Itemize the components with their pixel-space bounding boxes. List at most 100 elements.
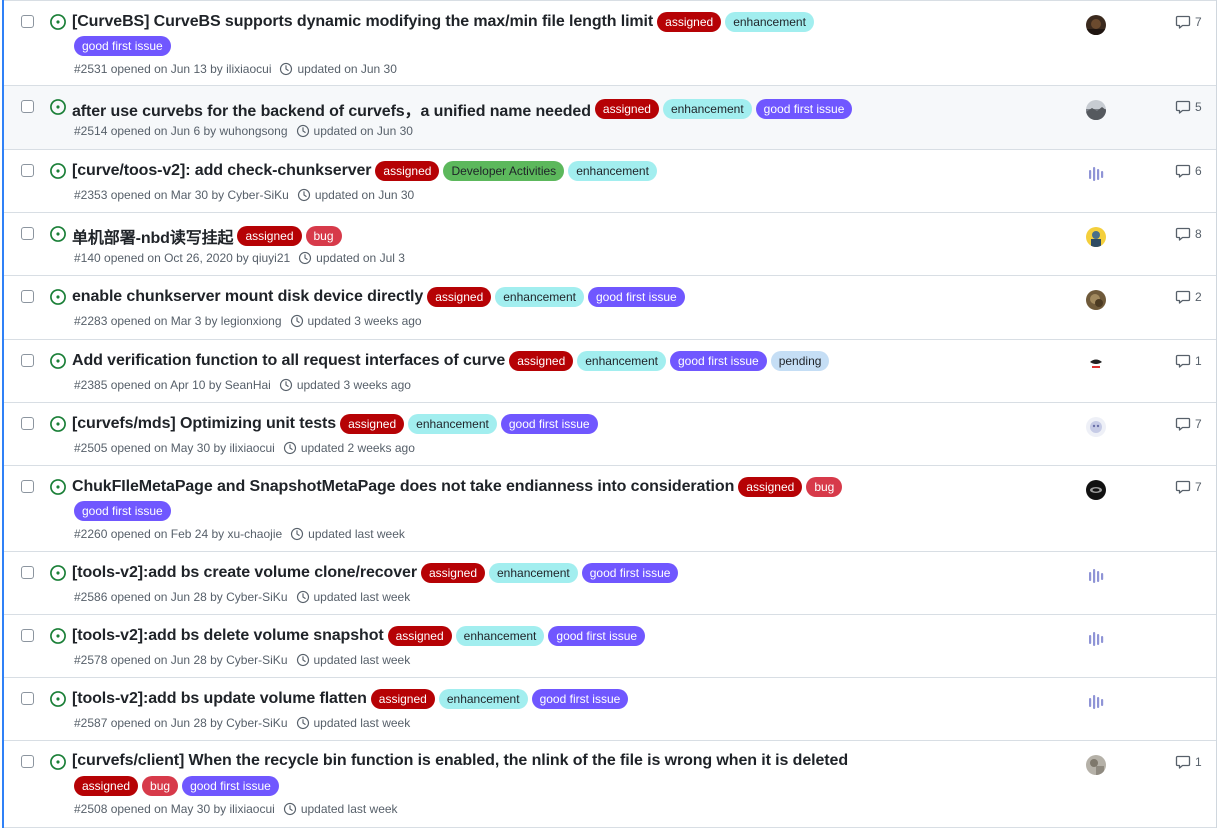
issue-row[interactable]: Add verification function to all request… bbox=[4, 340, 1216, 403]
comment-count-link[interactable]: 7 bbox=[1175, 479, 1202, 495]
issue-row[interactable]: [tools-v2]:add bs update volume flatten a… bbox=[4, 678, 1216, 741]
label-good-first-issue[interactable]: good first issue bbox=[182, 776, 279, 796]
label-developer-activities[interactable]: Developer Activities bbox=[443, 161, 565, 181]
issue-title-link[interactable]: [curvefs/client] When the recycle bin fu… bbox=[72, 752, 848, 770]
assignee-avatar[interactable] bbox=[1086, 480, 1106, 500]
label-good-first-issue[interactable]: good first issue bbox=[587, 287, 685, 307]
label-bug[interactable]: bug bbox=[305, 226, 342, 246]
select-checkbox[interactable] bbox=[21, 354, 34, 367]
issue-opened-by: #2385 opened on Apr 10 by SeanHai bbox=[74, 378, 271, 392]
label-good-first-issue[interactable]: good first issue bbox=[669, 351, 767, 371]
issue-title-link[interactable]: [curvefs/mds] Optimizing unit tests bbox=[72, 415, 336, 433]
comment-count-link[interactable]: 7 bbox=[1175, 416, 1202, 432]
issue-title-link[interactable]: [CurveBS] CurveBS supports dynamic modif… bbox=[72, 13, 653, 31]
assignee-avatar[interactable] bbox=[1086, 227, 1106, 247]
label-assigned[interactable]: assigned bbox=[657, 12, 722, 32]
label-enhancement[interactable]: enhancement bbox=[725, 12, 814, 32]
comment-count-link[interactable]: 1 bbox=[1175, 754, 1202, 770]
issue-title-link[interactable]: [curve/toos-v2]: add check-chunkserver bbox=[72, 162, 372, 180]
issue-row[interactable]: ChukFIleMetaPage and SnapshotMetaPage do… bbox=[4, 466, 1216, 552]
issue-row[interactable]: [curvefs/mds] Optimizing unit tests assig… bbox=[4, 403, 1216, 466]
issue-row[interactable]: [CurveBS] CurveBS supports dynamic modif… bbox=[4, 0, 1216, 86]
select-checkbox[interactable] bbox=[21, 480, 34, 493]
label-enhancement[interactable]: enhancement bbox=[662, 99, 752, 119]
assignee-avatar[interactable] bbox=[1086, 692, 1106, 712]
issue-row[interactable]: [curvefs/client] When the recycle bin fu… bbox=[4, 741, 1216, 828]
select-checkbox[interactable] bbox=[21, 755, 34, 768]
label-assigned[interactable]: assigned bbox=[237, 226, 302, 246]
issue-updated: updated last week bbox=[308, 527, 405, 541]
label-enhancement[interactable]: enhancement bbox=[438, 689, 528, 709]
issue-title-link[interactable]: 单机部署-nbd读写挂起 bbox=[72, 224, 234, 248]
select-checkbox[interactable] bbox=[21, 100, 34, 113]
label-pending[interactable]: pending bbox=[770, 351, 830, 371]
issue-title-link[interactable]: after use curvebs for the backend of cur… bbox=[72, 97, 591, 121]
select-checkbox[interactable] bbox=[21, 15, 34, 28]
select-checkbox[interactable] bbox=[21, 566, 34, 579]
issue-updated: updated on Jun 30 bbox=[314, 188, 415, 202]
issue-row[interactable]: 单机部署-nbd读写挂起 assigned bug #140 opened on Oc… bbox=[4, 213, 1216, 276]
assignee-avatar[interactable] bbox=[1086, 354, 1106, 374]
issue-title-link[interactable]: ChukFIleMetaPage and SnapshotMetaPage do… bbox=[72, 478, 734, 496]
label-enhancement[interactable]: enhancement bbox=[408, 414, 497, 434]
comment-count-link[interactable]: 2 bbox=[1175, 289, 1202, 305]
issue-title-link[interactable]: [tools-v2]:add bs create volume clone/re… bbox=[72, 564, 417, 582]
assignee-avatar[interactable] bbox=[1086, 566, 1106, 586]
select-checkbox[interactable] bbox=[21, 227, 34, 240]
label-good-first-issue[interactable]: good first issue bbox=[548, 626, 646, 646]
label-enhancement[interactable]: enhancement bbox=[455, 626, 545, 646]
assignee-avatar[interactable] bbox=[1086, 417, 1106, 437]
label-assigned[interactable]: assigned bbox=[387, 626, 452, 646]
label-assigned[interactable]: assigned bbox=[427, 287, 492, 307]
select-checkbox[interactable] bbox=[21, 164, 34, 177]
label-good-first-issue[interactable]: good first issue bbox=[74, 36, 171, 56]
label-good-first-issue[interactable]: good first issue bbox=[531, 689, 629, 709]
comment-count-link[interactable]: 6 bbox=[1175, 163, 1202, 179]
issue-labels: assigned enhancement good first issue bbox=[387, 626, 650, 646]
label-good-first-issue[interactable]: good first issue bbox=[74, 501, 171, 521]
label-assigned[interactable]: assigned bbox=[738, 477, 803, 497]
issue-row[interactable]: [curve/toos-v2]: add check-chunkserver as… bbox=[4, 150, 1216, 213]
issue-title-link[interactable]: enable chunkserver mount disk device dir… bbox=[72, 288, 423, 306]
comment-icon bbox=[1175, 353, 1195, 369]
label-assigned[interactable]: assigned bbox=[74, 776, 139, 796]
assignee-avatar[interactable] bbox=[1086, 755, 1106, 775]
select-checkbox[interactable] bbox=[21, 290, 34, 303]
label-assigned[interactable]: assigned bbox=[340, 414, 405, 434]
comment-count-link[interactable]: 1 bbox=[1175, 353, 1202, 369]
assignee-avatar[interactable] bbox=[1086, 15, 1106, 35]
assignee-avatar[interactable] bbox=[1086, 629, 1106, 649]
label-enhancement[interactable]: enhancement bbox=[577, 351, 666, 371]
issue-row[interactable]: [tools-v2]:add bs delete volume snapshot… bbox=[4, 615, 1216, 678]
issue-title-link[interactable]: [tools-v2]:add bs update volume flatten bbox=[72, 690, 367, 708]
issue-title-link[interactable]: Add verification function to all request… bbox=[72, 352, 505, 370]
issue-row[interactable]: enable chunkserver mount disk device dir… bbox=[4, 276, 1216, 340]
assignee-avatar[interactable] bbox=[1086, 290, 1106, 310]
label-good-first-issue[interactable]: good first issue bbox=[500, 414, 598, 434]
label-enhancement[interactable]: enhancement bbox=[495, 287, 584, 307]
label-enhancement[interactable]: enhancement bbox=[568, 161, 657, 181]
label-good-first-issue[interactable]: good first issue bbox=[755, 99, 853, 119]
assignee-avatar[interactable] bbox=[1086, 164, 1106, 184]
label-enhancement[interactable]: enhancement bbox=[489, 563, 578, 583]
label-bug[interactable]: bug bbox=[142, 776, 179, 796]
label-good-first-issue[interactable]: good first issue bbox=[581, 563, 679, 583]
select-checkbox[interactable] bbox=[21, 417, 34, 430]
label-bug[interactable]: bug bbox=[806, 477, 843, 497]
issue-row[interactable]: [tools-v2]:add bs create volume clone/re… bbox=[4, 552, 1216, 615]
label-assigned[interactable]: assigned bbox=[509, 351, 574, 371]
issue-title-line: 单机部署-nbd读写挂起 assigned bug bbox=[72, 224, 346, 248]
issue-row[interactable]: after use curvebs for the backend of cur… bbox=[4, 86, 1216, 150]
issue-title-link[interactable]: [tools-v2]:add bs delete volume snapshot bbox=[72, 627, 384, 645]
select-checkbox[interactable] bbox=[21, 692, 34, 705]
label-assigned[interactable]: assigned bbox=[594, 99, 659, 119]
label-assigned[interactable]: assigned bbox=[370, 689, 435, 709]
clock-icon bbox=[290, 527, 304, 541]
comment-count-link[interactable]: 8 bbox=[1175, 226, 1202, 242]
assignee-avatar[interactable] bbox=[1086, 100, 1106, 120]
comment-count-link[interactable]: 7 bbox=[1175, 14, 1202, 30]
label-assigned[interactable]: assigned bbox=[375, 161, 440, 181]
label-assigned[interactable]: assigned bbox=[420, 563, 485, 583]
select-checkbox[interactable] bbox=[21, 629, 34, 642]
comment-count-link[interactable]: 5 bbox=[1175, 99, 1202, 115]
